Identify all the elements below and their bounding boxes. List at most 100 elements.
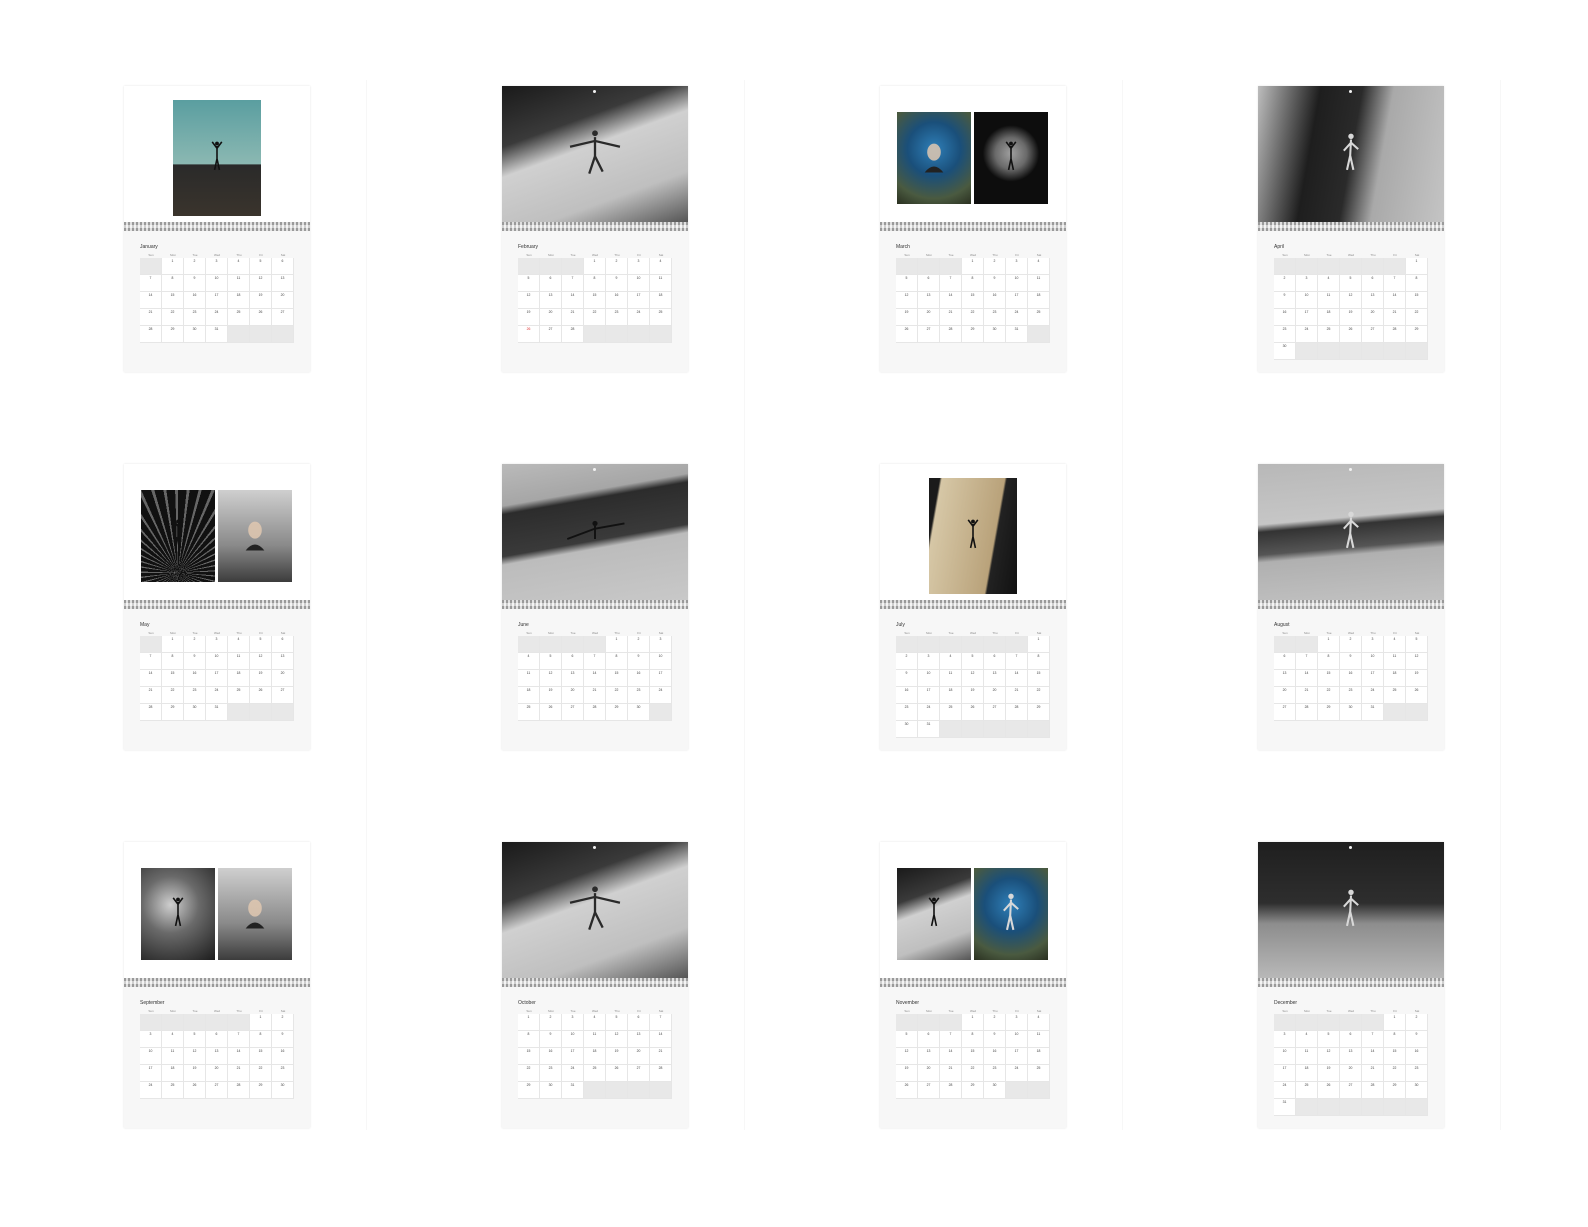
day-cell[interactable]: 10	[1362, 653, 1384, 670]
day-cell[interactable]: 23	[628, 687, 650, 704]
day-cell[interactable]: 18	[650, 292, 672, 309]
day-cell-empty[interactable]	[918, 1014, 940, 1031]
day-cell[interactable]: 23	[984, 309, 1006, 326]
day-cell[interactable]: 12	[1406, 653, 1428, 670]
day-cell[interactable]: 1	[1406, 258, 1428, 275]
day-cell[interactable]: 29	[162, 326, 184, 343]
day-cell[interactable]: 17	[562, 1048, 584, 1065]
day-cell[interactable]: 28	[228, 1082, 250, 1099]
day-cell[interactable]: 5	[1318, 1031, 1340, 1048]
day-cell[interactable]: 9	[1406, 1031, 1428, 1048]
day-cell[interactable]: 21	[562, 309, 584, 326]
day-cell[interactable]: 25	[584, 1065, 606, 1082]
day-cell-empty[interactable]	[140, 258, 162, 275]
day-cell[interactable]: 26	[896, 326, 918, 343]
day-cell[interactable]: 16	[184, 292, 206, 309]
day-cell[interactable]: 6	[540, 275, 562, 292]
day-cell[interactable]: 10	[562, 1031, 584, 1048]
day-cell[interactable]: 21	[1384, 309, 1406, 326]
day-cell[interactable]: 27	[562, 704, 584, 721]
day-cell[interactable]: 14	[140, 292, 162, 309]
day-cell[interactable]: 11	[584, 1031, 606, 1048]
day-cell[interactable]: 8	[962, 275, 984, 292]
day-cell[interactable]: 13	[918, 1048, 940, 1065]
day-cell[interactable]: 18	[162, 1065, 184, 1082]
day-cell[interactable]: 14	[940, 292, 962, 309]
day-cell[interactable]: 27	[272, 687, 294, 704]
day-cell[interactable]: 5	[962, 653, 984, 670]
day-cell[interactable]: 28	[650, 1065, 672, 1082]
day-cell[interactable]: 4	[1296, 1031, 1318, 1048]
day-cell[interactable]: 6	[206, 1031, 228, 1048]
day-cell-empty[interactable]	[628, 326, 650, 343]
day-cell-empty[interactable]	[1318, 343, 1340, 360]
day-cell[interactable]: 9	[184, 275, 206, 292]
day-cell-empty[interactable]	[272, 326, 294, 343]
day-cell[interactable]: 3	[1274, 1031, 1296, 1048]
day-cell[interactable]: 13	[984, 670, 1006, 687]
day-cell[interactable]: 22	[162, 309, 184, 326]
day-cell[interactable]: 4	[1028, 258, 1050, 275]
day-cell[interactable]: 2	[984, 258, 1006, 275]
day-cell[interactable]: 26	[250, 687, 272, 704]
day-cell[interactable]: 21	[940, 1065, 962, 1082]
day-cell[interactable]: 31	[918, 721, 940, 738]
day-cell-empty[interactable]	[1006, 636, 1028, 653]
day-cell[interactable]: 23	[540, 1065, 562, 1082]
day-cell-empty[interactable]	[1274, 1014, 1296, 1031]
day-cell[interactable]: 22	[1318, 687, 1340, 704]
day-cell[interactable]: 24	[140, 1082, 162, 1099]
day-cell[interactable]: 13	[1340, 1048, 1362, 1065]
calendar-april[interactable]: April Sun Mon Tue Wed Thu Fri Sat 1 2 3 4 5 6 7 8 9 10 11 1…	[1258, 86, 1444, 372]
day-cell[interactable]: 1	[962, 1014, 984, 1031]
day-cell[interactable]: 16	[1274, 309, 1296, 326]
day-cell[interactable]: 17	[1362, 670, 1384, 687]
day-cell[interactable]: 13	[562, 670, 584, 687]
day-cell[interactable]: 2	[540, 1014, 562, 1031]
day-cell[interactable]: 18	[518, 687, 540, 704]
day-cell[interactable]: 4	[228, 258, 250, 275]
day-cell[interactable]: 1	[1318, 636, 1340, 653]
day-cell[interactable]: 28	[940, 1082, 962, 1099]
day-cell-empty[interactable]	[962, 721, 984, 738]
day-cell[interactable]: 11	[228, 653, 250, 670]
day-cell[interactable]: 12	[896, 292, 918, 309]
day-cell[interactable]: 22	[1406, 309, 1428, 326]
day-cell-empty[interactable]	[1340, 343, 1362, 360]
day-cell[interactable]: 5	[1340, 275, 1362, 292]
day-cell[interactable]: 3	[1006, 258, 1028, 275]
day-cell[interactable]: 8	[606, 653, 628, 670]
day-cell[interactable]: 9	[628, 653, 650, 670]
day-cell[interactable]: 5	[896, 275, 918, 292]
day-cell[interactable]: 15	[162, 670, 184, 687]
day-cell[interactable]: 7	[1296, 653, 1318, 670]
day-cell[interactable]: 18	[228, 292, 250, 309]
day-cell[interactable]: 24	[206, 687, 228, 704]
day-cell[interactable]: 2	[896, 653, 918, 670]
day-cell-empty[interactable]	[1028, 721, 1050, 738]
day-cell[interactable]: 6	[918, 1031, 940, 1048]
day-cell[interactable]: 11	[1296, 1048, 1318, 1065]
day-cell[interactable]: 20	[1340, 1065, 1362, 1082]
day-cell[interactable]: 14	[1384, 292, 1406, 309]
day-cell[interactable]: 31	[1274, 1099, 1296, 1116]
day-cell[interactable]: 21	[228, 1065, 250, 1082]
day-cell[interactable]: 28	[1362, 1082, 1384, 1099]
day-cell-empty[interactable]	[940, 258, 962, 275]
day-cell[interactable]: 2	[272, 1014, 294, 1031]
day-cell[interactable]: 25	[1384, 687, 1406, 704]
day-cell-empty[interactable]	[1296, 1099, 1318, 1116]
day-cell[interactable]: 20	[984, 687, 1006, 704]
day-cell[interactable]: 27	[272, 309, 294, 326]
day-cell[interactable]: 23	[1274, 326, 1296, 343]
day-cell-empty[interactable]	[606, 1082, 628, 1099]
day-cell-empty[interactable]	[918, 636, 940, 653]
day-cell[interactable]: 17	[1006, 292, 1028, 309]
day-cell-empty[interactable]	[562, 636, 584, 653]
day-cell-empty[interactable]	[940, 721, 962, 738]
day-cell[interactable]: 8	[1318, 653, 1340, 670]
day-cell[interactable]: 26	[606, 1065, 628, 1082]
day-cell-empty[interactable]	[1384, 704, 1406, 721]
day-cell-empty[interactable]	[228, 1014, 250, 1031]
day-cell[interactable]: 16	[540, 1048, 562, 1065]
